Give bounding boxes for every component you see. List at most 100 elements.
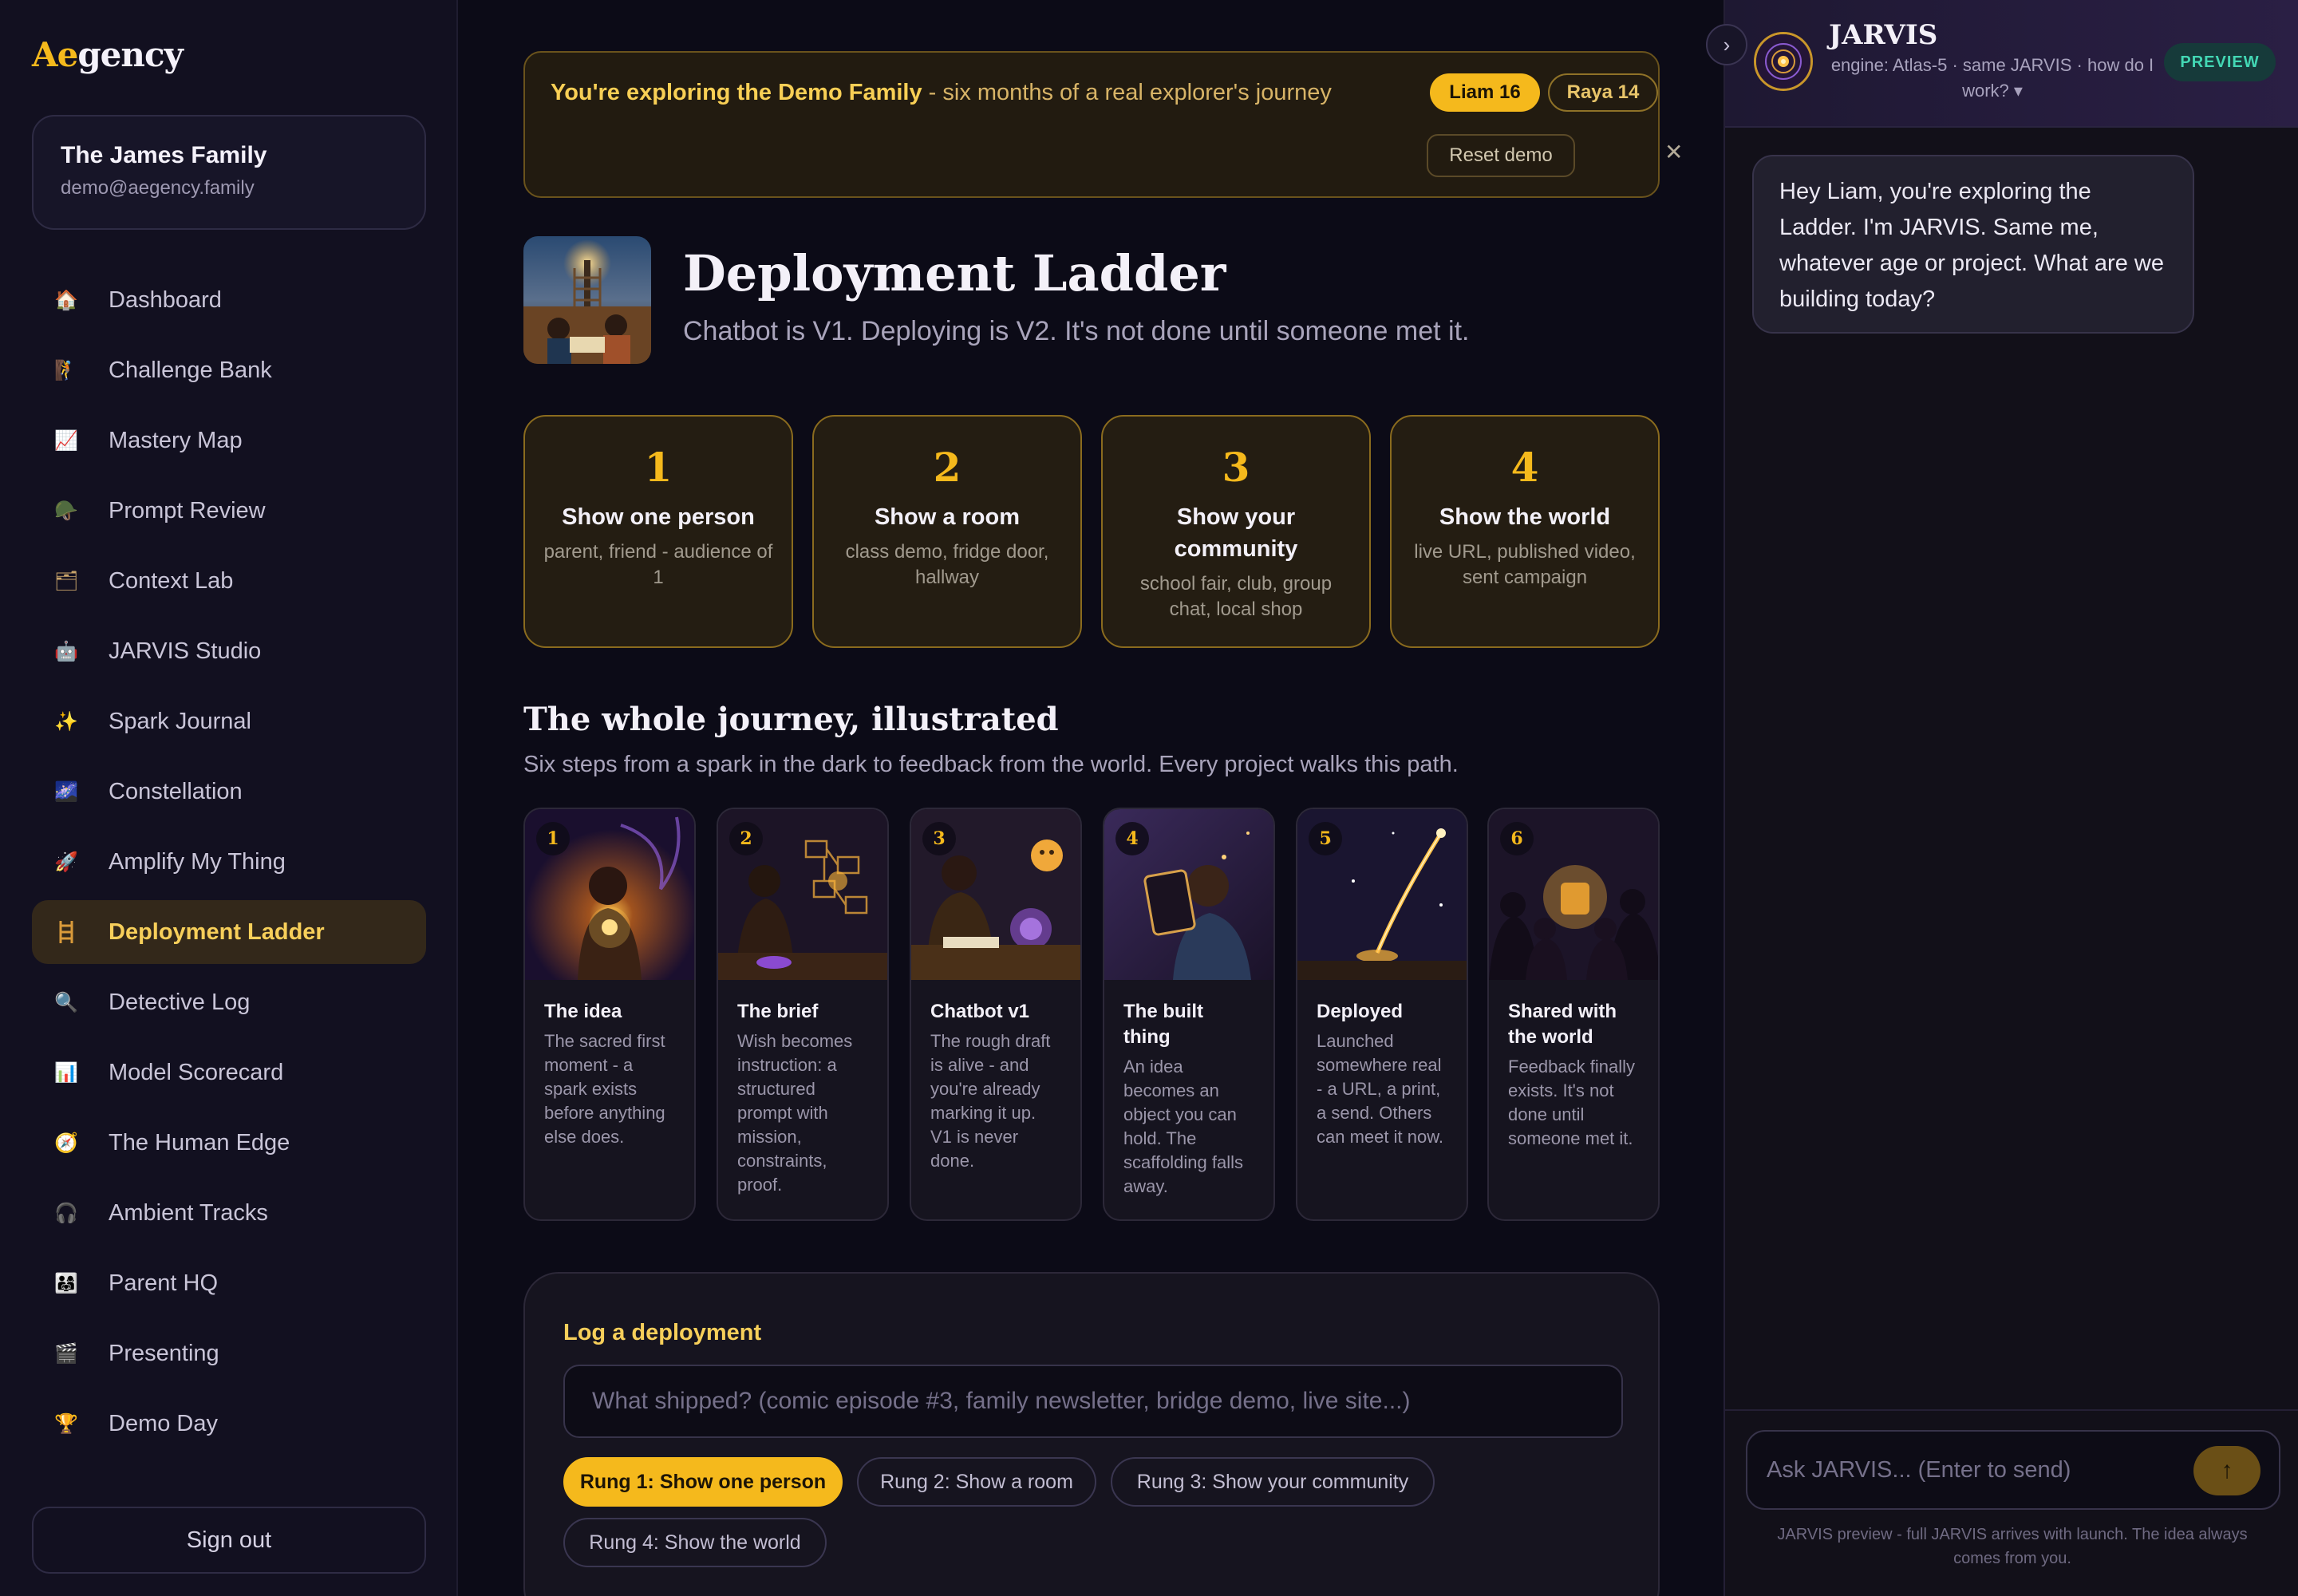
rung-3-chip[interactable]: Rung 3: Show your community: [1111, 1457, 1435, 1507]
demo-banner-rest: - six months of a real explorer's journe…: [922, 80, 1332, 105]
rung-number: 1: [644, 444, 673, 491]
journey-section-title: The whole journey, illustrated: [523, 701, 1059, 738]
rung-title: Show your community: [1174, 504, 1298, 562]
rung-4-chip[interactable]: Rung 4: Show the world: [563, 1518, 827, 1567]
sidebar-item-deployment-ladder[interactable]: Deployment Ladder: [32, 900, 426, 964]
sidebar-item-spark-journal[interactable]: ✨ Spark Journal: [32, 689, 426, 753]
reset-demo-button[interactable]: Reset demo: [1427, 134, 1575, 177]
jarvis-name: JARVIS: [1829, 19, 1938, 51]
sidebar-item-presenting[interactable]: 🎬 Presenting: [32, 1321, 426, 1385]
journey-step-title: Deployed: [1317, 1001, 1404, 1022]
sidebar-item-amplify-my-thing[interactable]: 🚀 Amplify My Thing: [32, 830, 426, 894]
profile-pill-liam[interactable]: Liam 16: [1430, 73, 1540, 112]
journey-step-description: An idea becomes an object you can hold. …: [1123, 1057, 1244, 1196]
sidebar-item-constellation[interactable]: 🌌 Constellation: [32, 760, 426, 824]
demo-banner-text: You're exploring the Demo Family - six m…: [551, 80, 1332, 106]
jarvis-preview-note: JARVIS preview - full JARVIS arrives wit…: [1777, 1526, 2248, 1567]
sidebar-item-parent-hq[interactable]: 👨‍👩‍👧 Parent HQ: [32, 1251, 426, 1315]
sidebar-item-jarvis-studio[interactable]: 🤖 JARVIS Studio: [32, 619, 426, 683]
sidebar-item-ambient-tracks[interactable]: 🎧 Ambient Tracks: [32, 1181, 426, 1245]
sidebar-item-the-human-edge[interactable]: 🧭 The Human Edge: [32, 1111, 426, 1175]
sidebar-item-label: JARVIS Studio: [109, 638, 262, 664]
deployment-input[interactable]: [563, 1365, 1623, 1438]
sidebar-item-demo-day[interactable]: 🏆 Demo Day: [32, 1392, 426, 1456]
sidebar-item-context-lab[interactable]: 🗂 Context Lab: [32, 549, 426, 613]
step-number-badge: 1: [536, 822, 570, 855]
ladder-icon: [54, 920, 78, 944]
journey-card-idea[interactable]: 1 The idea The sacred first moment - a s…: [523, 808, 696, 1221]
sidebar-item-label: Detective Log: [109, 989, 251, 1015]
sidebar-item-label: Model Scorecard: [109, 1059, 284, 1085]
journey-step-title: Chatbot v1: [930, 1001, 1030, 1022]
profile-pill-raya[interactable]: Raya 14: [1548, 73, 1658, 112]
deployment-ladder-hero-image: [523, 236, 651, 364]
rung-2-chip[interactable]: Rung 2: Show a room: [857, 1457, 1096, 1507]
logo-accent: Ae: [32, 35, 78, 74]
rung-description: live URL, published video, sent campaign: [1414, 541, 1636, 588]
journey-step-description: The sacred first moment - a spark exists…: [544, 1031, 665, 1147]
sidebar-item-label: Prompt Review: [109, 497, 266, 523]
house-icon: 🏠: [54, 289, 78, 311]
sign-out-button[interactable]: Sign out: [32, 1507, 426, 1574]
logo-rest: gency: [77, 35, 184, 74]
jarvis-panel: JARVIS engine: Atlas-5 · same JARVIS · h…: [1706, 0, 2298, 1596]
journey-card-built-thing[interactable]: 4 The built thing An idea becomes an obj…: [1103, 808, 1275, 1221]
close-icon[interactable]: ✕: [1664, 139, 1683, 165]
journey-step-description: Feedback finally exists. It's not done u…: [1508, 1057, 1635, 1148]
sparkles-icon: ✨: [54, 710, 78, 733]
rung-card-3[interactable]: 3 Show your community school fair, club,…: [1101, 415, 1371, 648]
journey-illustration-shared: 6: [1489, 809, 1658, 980]
send-button[interactable]: ↑: [2193, 1446, 2260, 1495]
rung-description: parent, friend - audience of 1: [543, 541, 773, 588]
sidebar-item-mastery-map[interactable]: 📈 Mastery Map: [32, 409, 426, 472]
journey-card-deployed[interactable]: 5 Deployed Launched somewhere real - a U…: [1296, 808, 1468, 1221]
sidebar-item-dashboard[interactable]: 🏠 Dashboard: [32, 268, 426, 332]
sidebar-item-label: Amplify My Thing: [109, 848, 286, 875]
log-deployment-card: Log a deployment Rung 1: Show one person…: [523, 1272, 1660, 1596]
magnifier-icon: 🔍: [54, 991, 78, 1013]
page-subtitle: Chatbot is V1. Deploying is V2. It's not…: [683, 316, 1470, 346]
sidebar-item-prompt-review[interactable]: 🪖 Prompt Review: [32, 479, 426, 543]
journey-card-brief[interactable]: 2 The brief Wish becomes instruction: a …: [717, 808, 889, 1221]
sidebar-item-detective-log[interactable]: 🔍 Detective Log: [32, 970, 426, 1034]
family-email: demo@aegency.family: [61, 177, 255, 199]
step-number-badge: 6: [1500, 822, 1534, 855]
family-account-card[interactable]: The James Family demo@aegency.family: [32, 115, 426, 230]
sidebar-item-label: Dashboard: [109, 286, 222, 313]
journey-illustration-built-thing: 4: [1104, 809, 1273, 980]
step-number-badge: 3: [922, 822, 956, 855]
journey-illustration-chatbot-v1: 3: [911, 809, 1080, 980]
sidebar-item-label: Deployment Ladder: [109, 918, 325, 945]
rung-card-1[interactable]: 1 Show one person parent, friend - audie…: [523, 415, 793, 648]
sidebar-item-label: Context Lab: [109, 567, 234, 594]
journey-card-chatbot-v1[interactable]: 3 Chatbot v1 The rough draft is alive - …: [910, 808, 1082, 1221]
sidebar-nav: 🏠 Dashboard 🧗 Challenge Bank 📈 Mastery Map …: [32, 268, 426, 1462]
preview-badge: PREVIEW: [2164, 43, 2276, 81]
demo-banner: You're exploring the Demo Family - six m…: [523, 51, 1683, 198]
robot-icon: 🤖: [54, 640, 78, 662]
engine-info-toggle[interactable]: engine: Atlas-5 · same JARVIS · how do I…: [1829, 53, 2156, 104]
rung-card-2[interactable]: 2 Show a room class demo, fridge door, h…: [812, 415, 1082, 648]
rung-description: class demo, fridge door, hallway: [845, 541, 1049, 588]
rung-1-chip[interactable]: Rung 1: Show one person: [563, 1457, 843, 1507]
sidebar-item-model-scorecard[interactable]: 📊 Model Scorecard: [32, 1041, 426, 1104]
journey-illustration-idea: 1: [525, 809, 694, 980]
step-number-badge: 2: [729, 822, 763, 855]
step-number-badge: 4: [1115, 822, 1149, 855]
rung-description: school fair, club, group chat, local sho…: [1139, 573, 1333, 620]
journey-steps: 1 The idea The sacred first moment - a s…: [523, 808, 1660, 1221]
sidebar-item-label: Demo Day: [109, 1410, 218, 1436]
arrow-up-icon: ↑: [2221, 1457, 2233, 1483]
rung-title: Show the world: [1439, 504, 1611, 530]
rung-card-4[interactable]: 4 Show the world live URL, published vid…: [1390, 415, 1660, 648]
sidebar: Aegency The James Family demo@aegency.fa…: [0, 0, 458, 1596]
family-icon: 👨‍👩‍👧: [54, 1272, 78, 1294]
journey-step-title: The built thing: [1123, 1001, 1203, 1048]
sidebar-item-challenge-bank[interactable]: 🧗 Challenge Bank: [32, 338, 426, 402]
jarvis-message-bubble: Hey Liam, you're exploring the Ladder. I…: [1752, 155, 2194, 334]
app-logo[interactable]: Aegency: [32, 35, 184, 74]
sidebar-item-label: Parent HQ: [109, 1270, 218, 1296]
collapse-panel-icon[interactable]: ›: [1706, 24, 1747, 65]
clapperboard-icon: 🎬: [54, 1342, 78, 1365]
journey-card-shared[interactable]: 6 Shared with the world Feedback finally…: [1487, 808, 1660, 1221]
